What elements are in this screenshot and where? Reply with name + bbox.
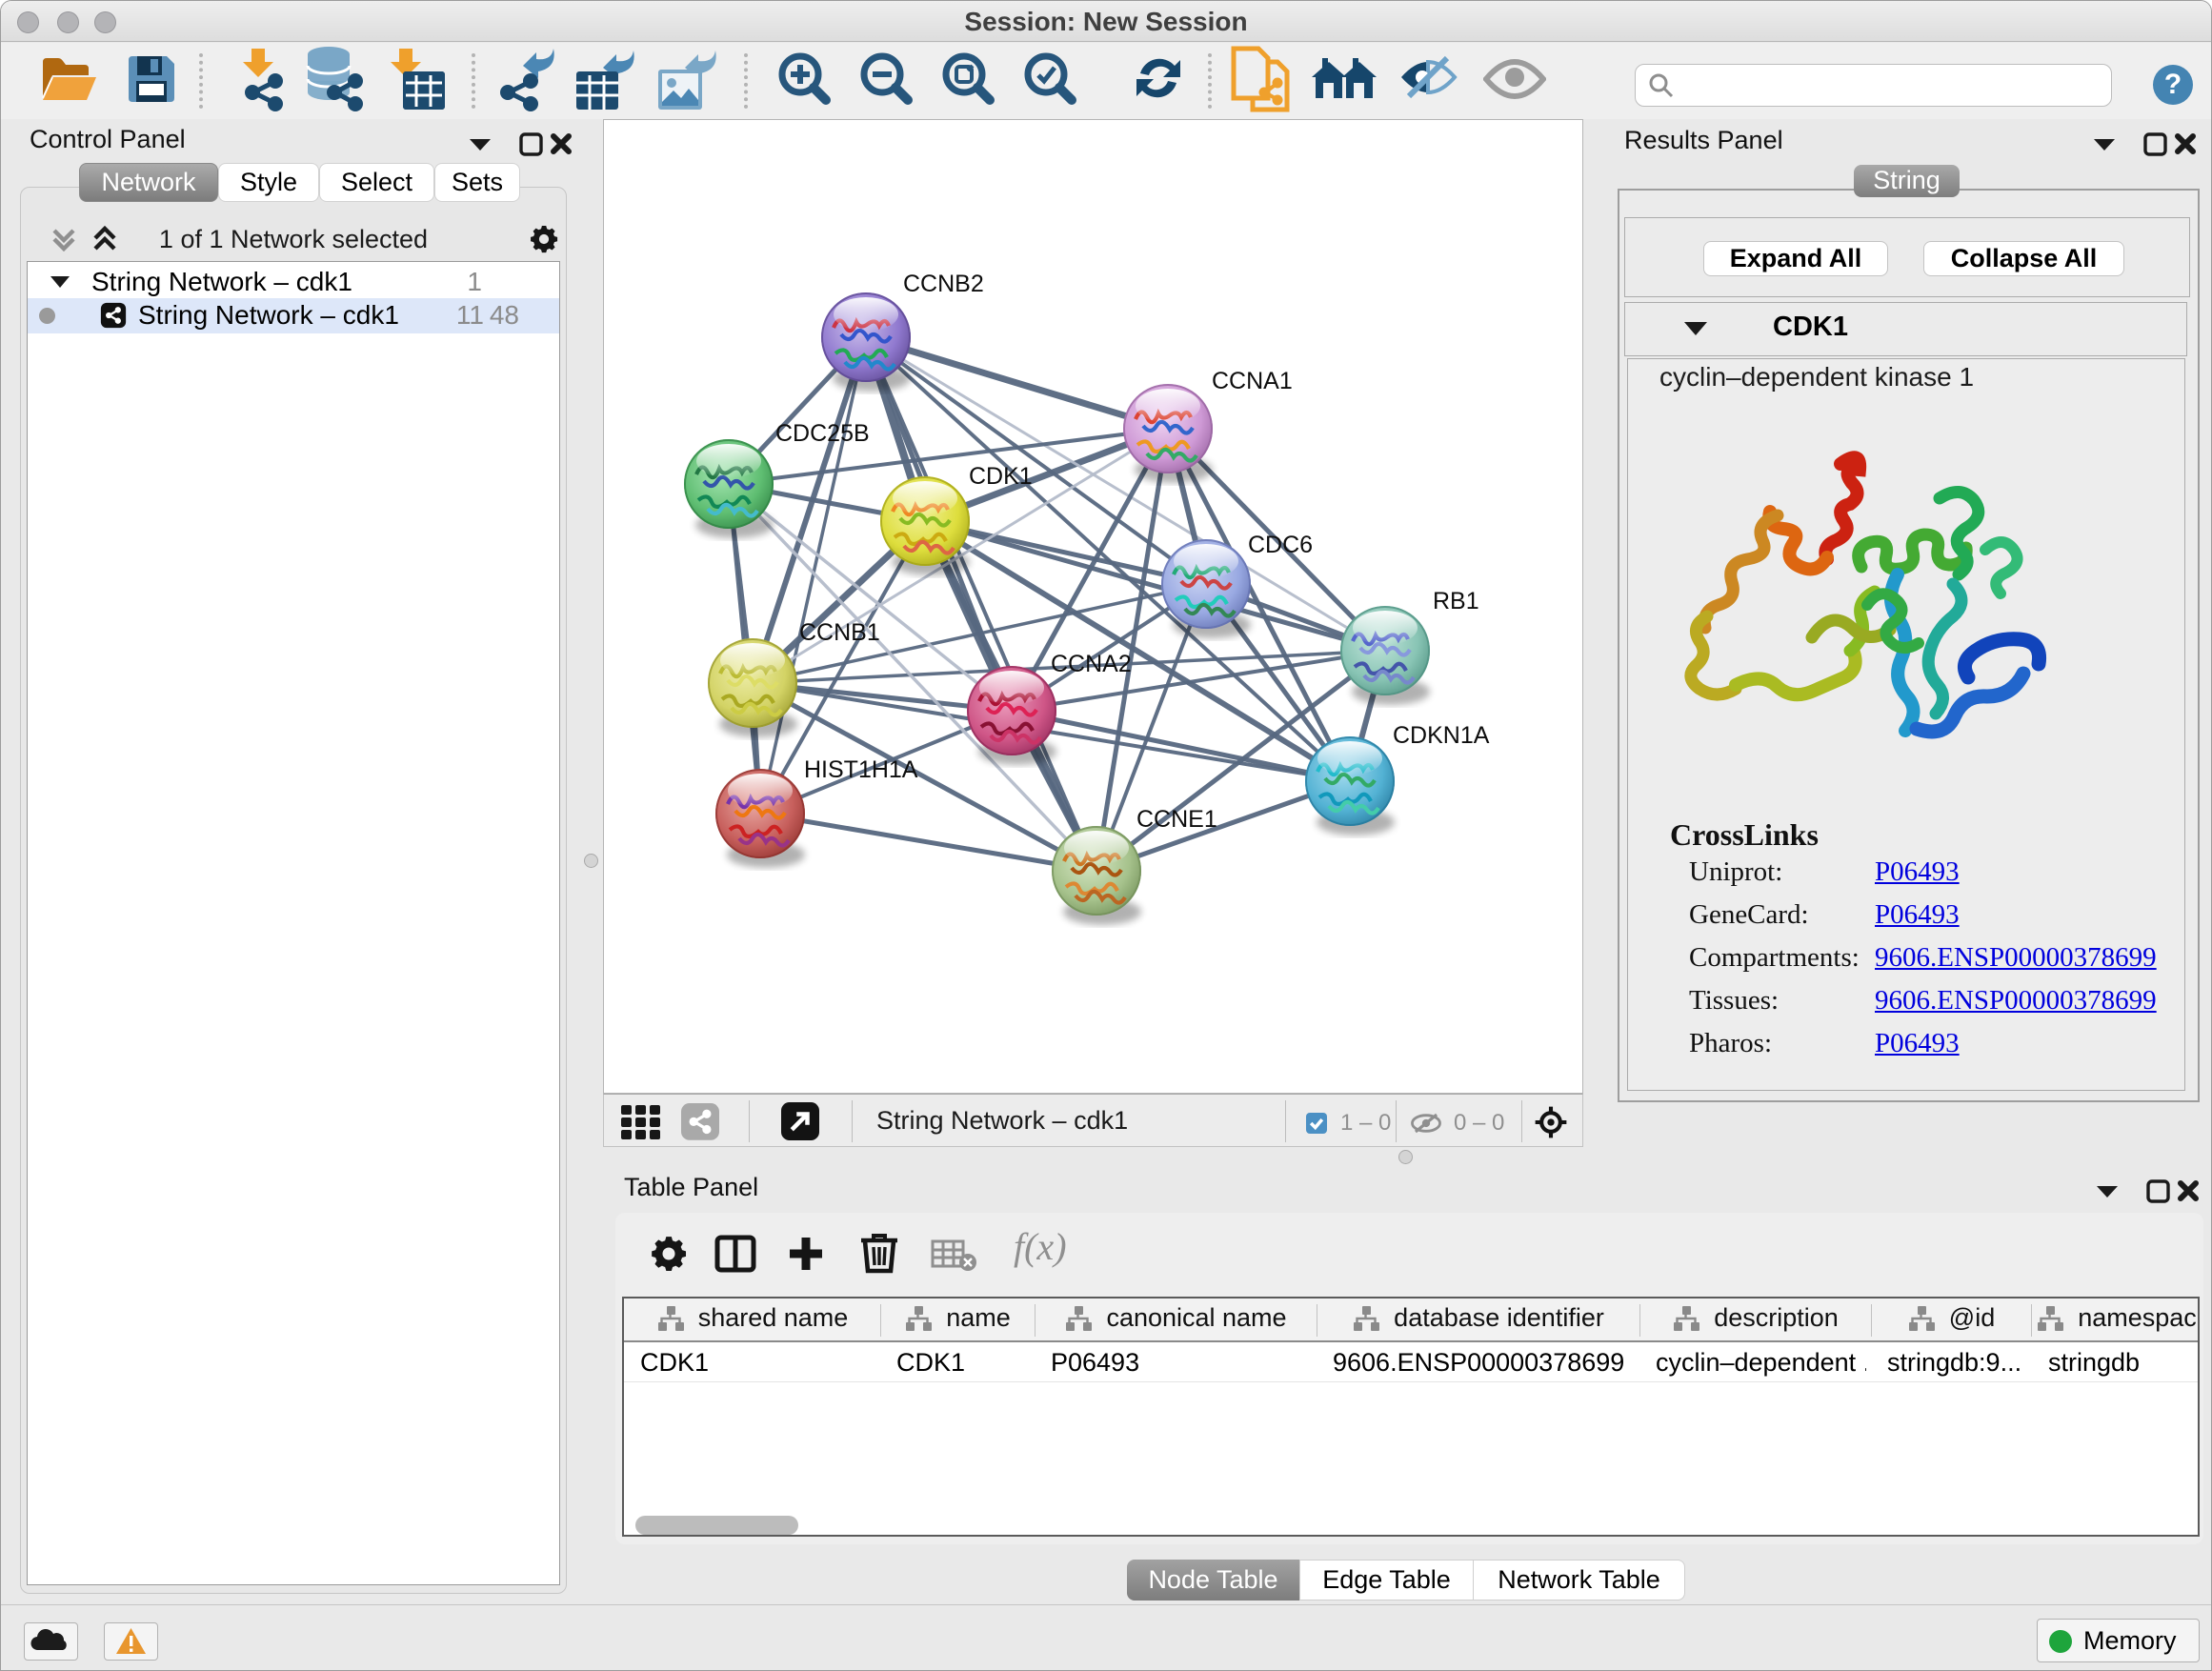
svg-text:HIST1H1A: HIST1H1A bbox=[804, 756, 918, 783]
svg-text:CCNA1: CCNA1 bbox=[1212, 368, 1293, 394]
svg-text:CDC6: CDC6 bbox=[1248, 532, 1313, 558]
svg-text:CDKN1A: CDKN1A bbox=[1393, 722, 1490, 749]
svg-text:CDC25B: CDC25B bbox=[775, 420, 870, 447]
svg-text:CCNB2: CCNB2 bbox=[903, 271, 984, 297]
svg-text:CDK1: CDK1 bbox=[969, 463, 1033, 490]
svg-text:CCNE1: CCNE1 bbox=[1136, 806, 1217, 833]
svg-text:CCNA2: CCNA2 bbox=[1051, 651, 1132, 677]
svg-text:CCNB1: CCNB1 bbox=[799, 619, 880, 646]
svg-text:RB1: RB1 bbox=[1433, 588, 1479, 614]
